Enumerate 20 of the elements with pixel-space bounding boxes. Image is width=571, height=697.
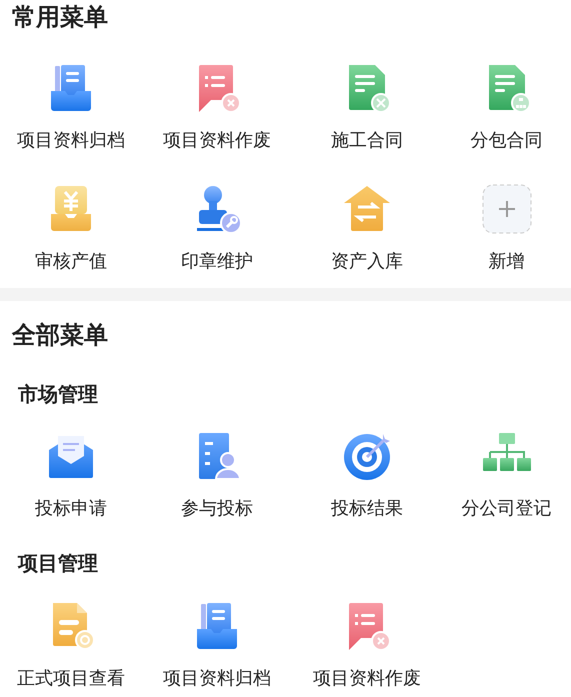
menu-item-label[interactable]: 投标结果	[331, 496, 403, 520]
menu-item-label[interactable]: 分包合同	[470, 128, 542, 152]
menu-item-label[interactable]: 资产入库	[331, 249, 403, 273]
menu-item-label[interactable]: 参与投标	[181, 496, 253, 520]
menu-item-label[interactable]: 项目资料作废	[163, 128, 271, 152]
menu-item-label[interactable]: 审核产值	[35, 249, 107, 273]
menu-item-label[interactable]: 印章维护	[181, 249, 253, 273]
menu-item-label[interactable]: 投标申请	[35, 496, 107, 520]
section-title: 全部菜单	[10, 321, 109, 350]
menu-item-label[interactable]: 项目资料作废	[313, 666, 421, 690]
menu-item-label[interactable]: 项目资料归档	[163, 666, 271, 690]
menu-item-label[interactable]: 分公司登记	[462, 496, 552, 520]
plus-icon[interactable]	[480, 183, 532, 235]
menu-item-label[interactable]: 正式项目查看	[17, 666, 125, 690]
group-title: 市场管理	[17, 382, 99, 408]
group-title: 项目管理	[16, 552, 99, 577]
section-title: 常用菜单	[11, 3, 109, 32]
menu-item-label[interactable]: 施工合同	[331, 128, 403, 152]
menu-item-label[interactable]: 项目资料归档	[17, 128, 125, 152]
menu-item-label[interactable]: 新增	[488, 249, 524, 273]
